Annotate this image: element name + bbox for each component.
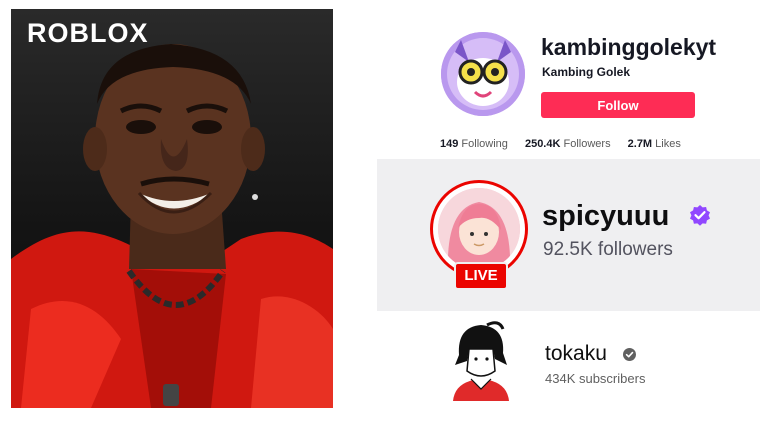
- video-thumbnail: ROBLOX: [11, 9, 333, 408]
- verified-check-icon: [623, 348, 636, 361]
- youtube-channel-row[interactable]: tokaku 434K subscribers: [377, 311, 760, 411]
- streamer-avatar-icon: [438, 188, 520, 270]
- twitch-channel-name[interactable]: spicyuuu: [542, 200, 669, 233]
- tiktok-profile-card: kambinggolekyt Kambing Golek Follow 149 …: [377, 14, 760, 159]
- twitch-follower-count: 92.5K followers: [543, 239, 673, 260]
- cartoon-goat-icon: [441, 32, 525, 116]
- person-photo: [11, 44, 333, 408]
- tiktok-avatar[interactable]: [441, 32, 525, 116]
- likes-label: Likes: [655, 138, 681, 150]
- roblox-logo: ROBLOX: [27, 18, 149, 48]
- tiktok-nickname: Kambing Golek: [542, 65, 631, 79]
- youtube-subscriber-count: 434K subscribers: [545, 371, 646, 386]
- tiktok-username: kambinggolekyt: [541, 34, 717, 60]
- followers-label: Followers: [563, 138, 611, 150]
- verified-badge-icon: [690, 205, 710, 226]
- followers-count: 250.4K: [524, 138, 561, 150]
- follow-button[interactable]: Follow: [541, 92, 695, 118]
- following-count: 149: [440, 138, 459, 150]
- youtube-avatar[interactable]: [447, 319, 515, 401]
- twitch-channel-card[interactable]: LIVE spicyuuu 92.5K followers: [377, 159, 760, 311]
- live-badge: LIVE: [454, 262, 508, 290]
- likes-count: 2.7M: [627, 138, 653, 150]
- twitch-avatar: [438, 188, 520, 270]
- youtube-channel-name[interactable]: tokaku: [545, 342, 607, 366]
- following-label: Following: [461, 138, 508, 150]
- tiktok-stats: 149 Following 250.4K Followers 2.7M Like…: [440, 138, 695, 150]
